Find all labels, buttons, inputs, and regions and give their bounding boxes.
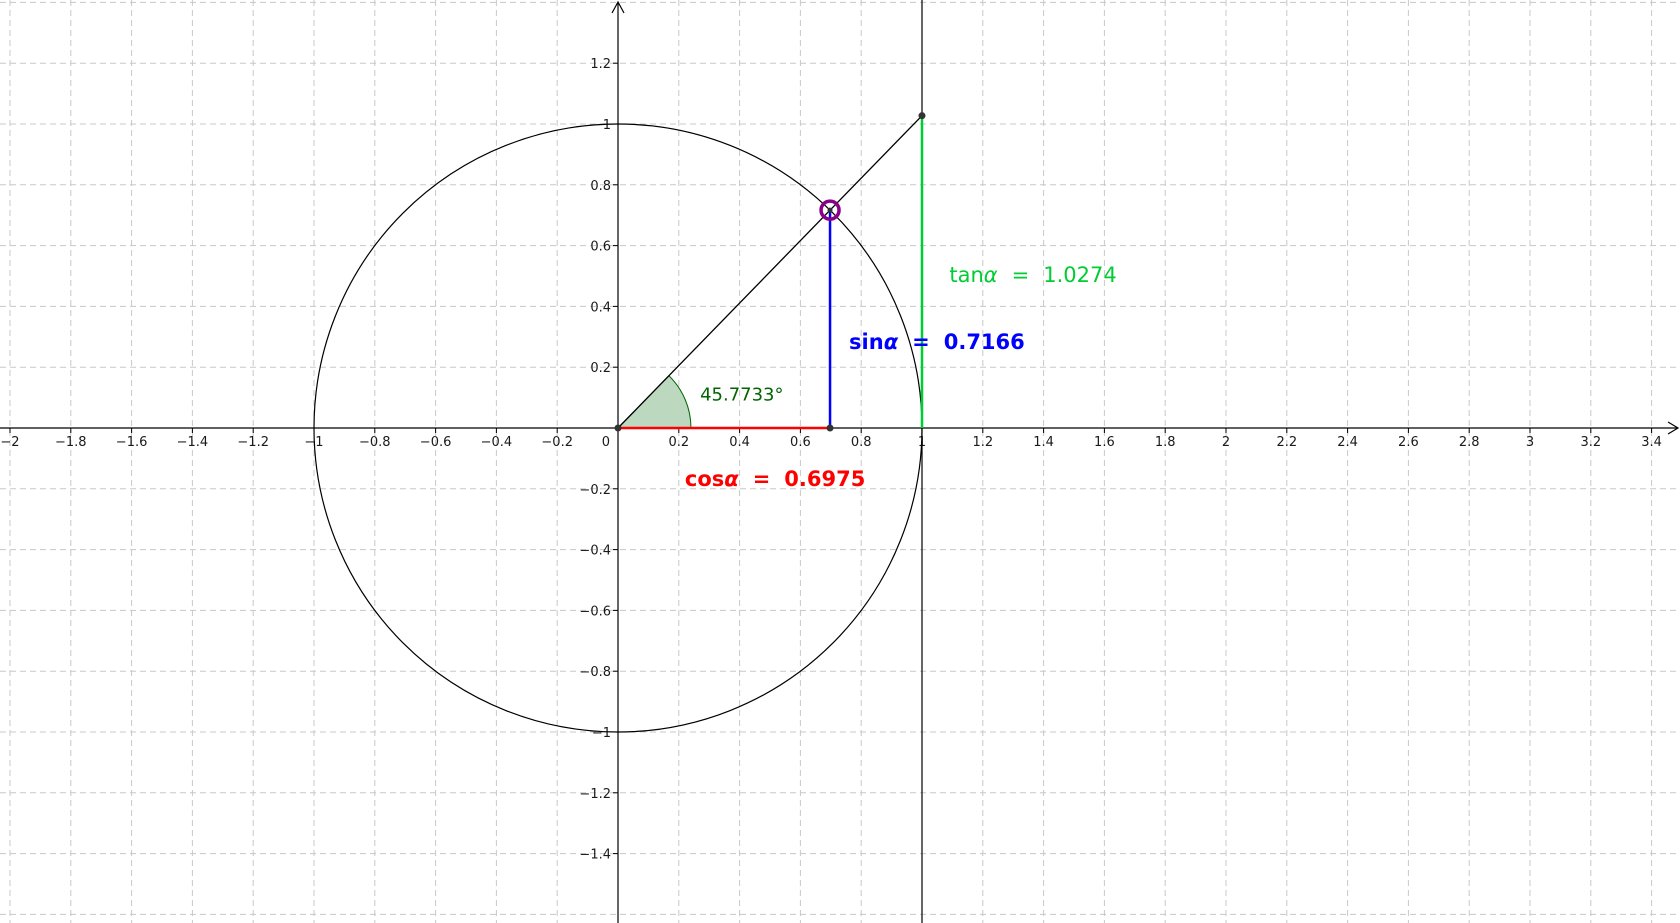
y-tick-label: −1.4 bbox=[579, 848, 611, 863]
y-tick-label: −1 bbox=[592, 726, 611, 741]
x-tick-label: 3 bbox=[1526, 435, 1534, 450]
x-tick-label: 2.2 bbox=[1276, 435, 1297, 450]
x-tick-label: 2.6 bbox=[1398, 435, 1419, 450]
sin-alpha: α bbox=[884, 330, 899, 354]
sin-prefix: sin bbox=[849, 330, 884, 354]
x-tick-label: 1.6 bbox=[1094, 435, 1115, 450]
sin-equals: = bbox=[912, 330, 930, 354]
tan-value: 1.0274 bbox=[1043, 263, 1116, 287]
axes bbox=[0, 0, 1680, 923]
x-tick-label: 1.8 bbox=[1155, 435, 1176, 450]
x-tick-label: 0.8 bbox=[851, 435, 872, 450]
tan-equals: = bbox=[1012, 263, 1030, 287]
x-tick-label: 2.4 bbox=[1337, 435, 1358, 450]
tan-prefix: tan bbox=[949, 263, 983, 287]
grid bbox=[0, 0, 1680, 923]
x-tick-label: 0.4 bbox=[729, 435, 750, 450]
x-tick-label: 3.4 bbox=[1641, 435, 1662, 450]
tan-alpha: α bbox=[984, 263, 998, 287]
unit-circle-point-center bbox=[827, 207, 833, 213]
tick-labels: −2 −1.8 −1.6 −1.4 −1.2 −1 −0.8 −0.6 −0.4 −0.2 0 0.2… bbox=[0, 57, 1662, 862]
y-tick-label: −0.8 bbox=[579, 665, 611, 680]
y-tick-label: 0.4 bbox=[590, 300, 611, 315]
cos-value: 0.6975 bbox=[784, 467, 865, 491]
x-tick-label: −0.6 bbox=[420, 435, 452, 450]
foot-point[interactable] bbox=[826, 424, 834, 432]
cos-equals: = bbox=[753, 467, 771, 491]
x-tick-label: −1.4 bbox=[177, 435, 209, 450]
angle-sector[interactable] bbox=[616, 375, 692, 429]
x-tick-label: −1.8 bbox=[55, 435, 87, 450]
sin-label: sinα = 0.7166 bbox=[849, 330, 1025, 354]
x-tick-label: −1.2 bbox=[237, 435, 269, 450]
x-tick-label: 1.2 bbox=[972, 435, 993, 450]
x-tick-label: −0.2 bbox=[541, 435, 573, 450]
graphing-canvas[interactable]: −2 −1.8 −1.6 −1.4 −1.2 −1 −0.8 −0.6 −0.4 −0.2 0 0.2… bbox=[0, 0, 1680, 923]
sin-value: 0.7166 bbox=[944, 330, 1025, 354]
x-tick-label: 0.2 bbox=[668, 435, 689, 450]
cos-alpha: α bbox=[724, 467, 739, 491]
tan-point[interactable] bbox=[918, 112, 926, 120]
origin-point[interactable] bbox=[614, 424, 622, 432]
y-tick-label: 0.8 bbox=[590, 179, 611, 194]
cos-label: cosα = 0.6975 bbox=[685, 467, 865, 491]
y-tick-label: −0.2 bbox=[579, 483, 611, 498]
x-tick-label: 1.4 bbox=[1033, 435, 1054, 450]
x-tick-label: −0.8 bbox=[359, 435, 391, 450]
x-tick-label: −1.6 bbox=[116, 435, 148, 450]
y-tick-label: 0.2 bbox=[590, 361, 611, 376]
x-tick-label: 0 bbox=[602, 435, 610, 450]
cos-prefix: cos bbox=[685, 467, 724, 491]
y-tick-label: 0.6 bbox=[590, 240, 611, 255]
x-tick-label: 3.2 bbox=[1580, 435, 1601, 450]
tan-label: tanα = 1.0274 bbox=[949, 263, 1116, 287]
y-tick-label: −0.6 bbox=[579, 604, 611, 619]
terminal-ray[interactable] bbox=[617, 115, 923, 429]
x-tick-label: 2 bbox=[1222, 435, 1230, 450]
angle-label: 45.7733° bbox=[700, 385, 783, 406]
y-tick-label: 1 bbox=[603, 118, 611, 133]
x-tick-label: 2.8 bbox=[1459, 435, 1480, 450]
y-tick-label: −0.4 bbox=[579, 544, 611, 559]
x-tick-label: −0.4 bbox=[481, 435, 513, 450]
x-tick-label: −2 bbox=[0, 435, 19, 450]
y-tick-label: 1.2 bbox=[590, 57, 611, 72]
x-tick-label: 0.6 bbox=[790, 435, 811, 450]
y-tick-label: −1.2 bbox=[579, 787, 611, 802]
